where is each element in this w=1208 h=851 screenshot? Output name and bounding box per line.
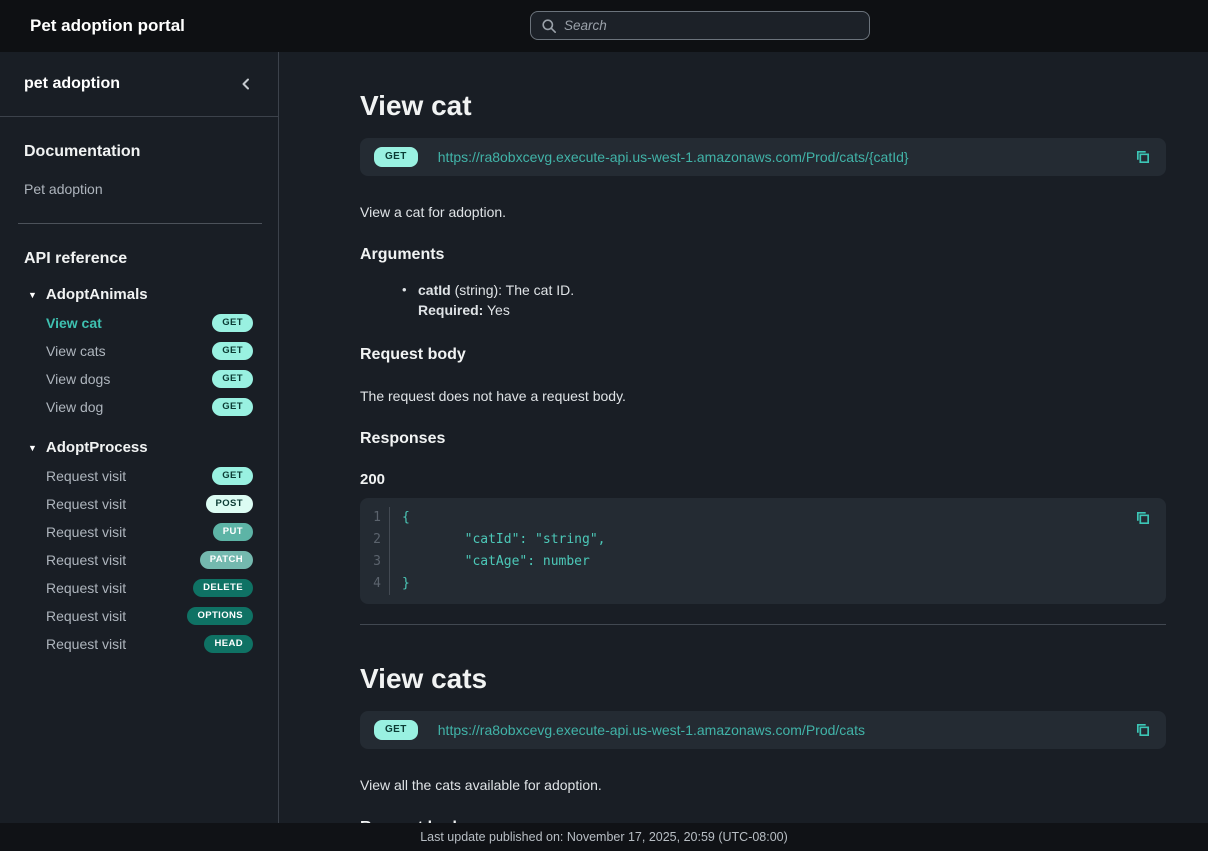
api-nav: ▼AdoptAnimalsView catGETView catsGETView…	[0, 286, 278, 658]
sidebar-item-view-dog[interactable]: View dog GET	[0, 393, 278, 421]
nav-item-label: Request visit	[46, 608, 126, 624]
nav-item-label: Request visit	[46, 580, 126, 596]
copy-icon	[1134, 509, 1152, 527]
arguments-list: catId (string): The cat ID. Required: Ye…	[360, 280, 1166, 320]
nav-item-label: Request visit	[46, 636, 126, 652]
response-code-block: 1{2 "catId": "string",3 "catAge": number…	[360, 498, 1166, 604]
sidebar-item-request-visit[interactable]: Request visit PUT	[0, 518, 278, 546]
sidebar-item-view-cats[interactable]: View cats GET	[0, 337, 278, 365]
copy-icon	[1134, 148, 1152, 166]
line-number: 4	[360, 573, 390, 595]
response-status-code: 200	[360, 471, 1166, 488]
request-body-heading: Request body	[360, 346, 1166, 364]
operation-divider	[360, 624, 1166, 625]
operation-title-view-cats: View cats	[360, 662, 1166, 696]
endpoint-url-view-cats[interactable]: https://ra8obxcevg.execute-api.us-west-1…	[438, 722, 865, 738]
search-icon	[541, 18, 557, 34]
code-text: }	[390, 573, 410, 595]
request-body-text: The request does not have a request body…	[360, 388, 1166, 404]
copy-code-button[interactable]	[1134, 509, 1152, 527]
method-badge-options: OPTIONS	[187, 607, 253, 625]
operation-title-view-cat: View cat	[360, 89, 1166, 123]
copy-url-button[interactable]	[1134, 148, 1152, 166]
sidebar-content: Documentation Pet adoption API reference…	[0, 117, 278, 658]
copy-url-button[interactable]	[1134, 721, 1152, 739]
top-header: Pet adoption portal	[0, 0, 1208, 52]
search-input[interactable]	[564, 18, 859, 33]
method-badge-post: POST	[206, 495, 253, 513]
sidebar-item-request-visit[interactable]: Request visit PATCH	[0, 546, 278, 574]
endpoint-url-view-cat[interactable]: https://ra8obxcevg.execute-api.us-west-1…	[438, 149, 909, 165]
search-box[interactable]	[530, 11, 870, 40]
triangle-down-icon: ▼	[28, 290, 37, 300]
method-badge-put: PUT	[213, 523, 253, 541]
method-badge-get: GET	[212, 467, 253, 485]
responses-heading: Responses	[360, 430, 1166, 448]
nav-item-label: Request visit	[46, 552, 126, 568]
method-badge-get: GET	[212, 314, 253, 332]
sidebar-item-view-cat[interactable]: View cat GET	[0, 309, 278, 337]
line-number: 3	[360, 551, 390, 573]
api-reference-heading: API reference	[24, 250, 254, 268]
nav-item-label: View cats	[46, 343, 106, 359]
method-badge-get: GET	[212, 370, 253, 388]
code-line: 1{	[360, 507, 1166, 529]
footer: Last update published on: November 17, 2…	[0, 823, 1208, 851]
sidebar: pet adoption Documentation Pet adoption …	[0, 52, 279, 851]
argument-description: (string): The cat ID.	[451, 282, 574, 298]
method-badge-head: HEAD	[204, 635, 253, 653]
nav-group-name: AdoptProcess	[46, 439, 148, 456]
endpoint-bar-view-cats: GET https://ra8obxcevg.execute-api.us-we…	[360, 711, 1166, 749]
code-text: "catId": "string",	[390, 529, 606, 551]
method-badge-delete: DELETE	[193, 579, 253, 597]
nav-item-label: View dog	[46, 399, 103, 415]
sidebar-item-request-visit[interactable]: Request visit GET	[0, 462, 278, 490]
method-badge-patch: PATCH	[200, 551, 253, 569]
code-line: 4}	[360, 573, 1166, 595]
nav-group-adoptprocess[interactable]: ▼ AdoptProcess	[28, 439, 278, 456]
chevron-left-icon	[238, 76, 254, 92]
method-badge-get: GET	[212, 342, 253, 360]
nav-item-label: View dogs	[46, 371, 110, 387]
collapse-sidebar-button[interactable]	[238, 76, 254, 92]
sidebar-title: pet adoption	[24, 75, 120, 93]
argument-name: catId	[418, 282, 451, 298]
nav-item-label: Request visit	[46, 496, 126, 512]
main-content: View cat GET https://ra8obxcevg.execute-…	[279, 52, 1208, 851]
code-line: 2 "catId": "string",	[360, 529, 1166, 551]
triangle-down-icon: ▼	[28, 443, 37, 453]
argument-required-value: Yes	[483, 302, 509, 318]
last-update-text: Last update published on: November 17, 2…	[420, 830, 788, 844]
nav-group-name: AdoptAnimals	[46, 286, 148, 303]
code-text: {	[390, 507, 410, 529]
method-badge-get: GET	[212, 398, 253, 416]
nav-group-adoptanimals[interactable]: ▼ AdoptAnimals	[28, 286, 278, 303]
sidebar-item-request-visit[interactable]: Request visit HEAD	[0, 630, 278, 658]
nav-item-label: Request visit	[46, 524, 126, 540]
line-number: 2	[360, 529, 390, 551]
sidebar-divider	[18, 223, 262, 224]
endpoint-bar-view-cat: GET https://ra8obxcevg.execute-api.us-we…	[360, 138, 1166, 176]
sidebar-header: pet adoption	[0, 52, 278, 117]
sidebar-item-view-dogs[interactable]: View dogs GET	[0, 365, 278, 393]
nav-item-label: View cat	[46, 315, 102, 331]
argument-required-label: Required:	[418, 302, 483, 318]
sidebar-item-request-visit[interactable]: Request visit DELETE	[0, 574, 278, 602]
method-badge-get: GET	[374, 147, 418, 167]
app-title: Pet adoption portal	[30, 16, 185, 36]
code-line: 3 "catAge": number	[360, 551, 1166, 573]
sidebar-item-request-visit[interactable]: Request visit POST	[0, 490, 278, 518]
copy-icon	[1134, 721, 1152, 739]
argument-item: catId (string): The cat ID. Required: Ye…	[418, 280, 1166, 320]
sidebar-item-pet-adoption[interactable]: Pet adoption	[24, 181, 254, 197]
method-badge-get: GET	[374, 720, 418, 740]
operation-description: View all the cats available for adoption…	[360, 777, 1166, 793]
sidebar-item-request-visit[interactable]: Request visit OPTIONS	[0, 602, 278, 630]
documentation-heading: Documentation	[24, 143, 254, 161]
line-number: 1	[360, 507, 390, 529]
code-text: "catAge": number	[390, 551, 590, 573]
arguments-heading: Arguments	[360, 246, 1166, 264]
nav-item-label: Request visit	[46, 468, 126, 484]
operation-description: View a cat for adoption.	[360, 204, 1166, 220]
